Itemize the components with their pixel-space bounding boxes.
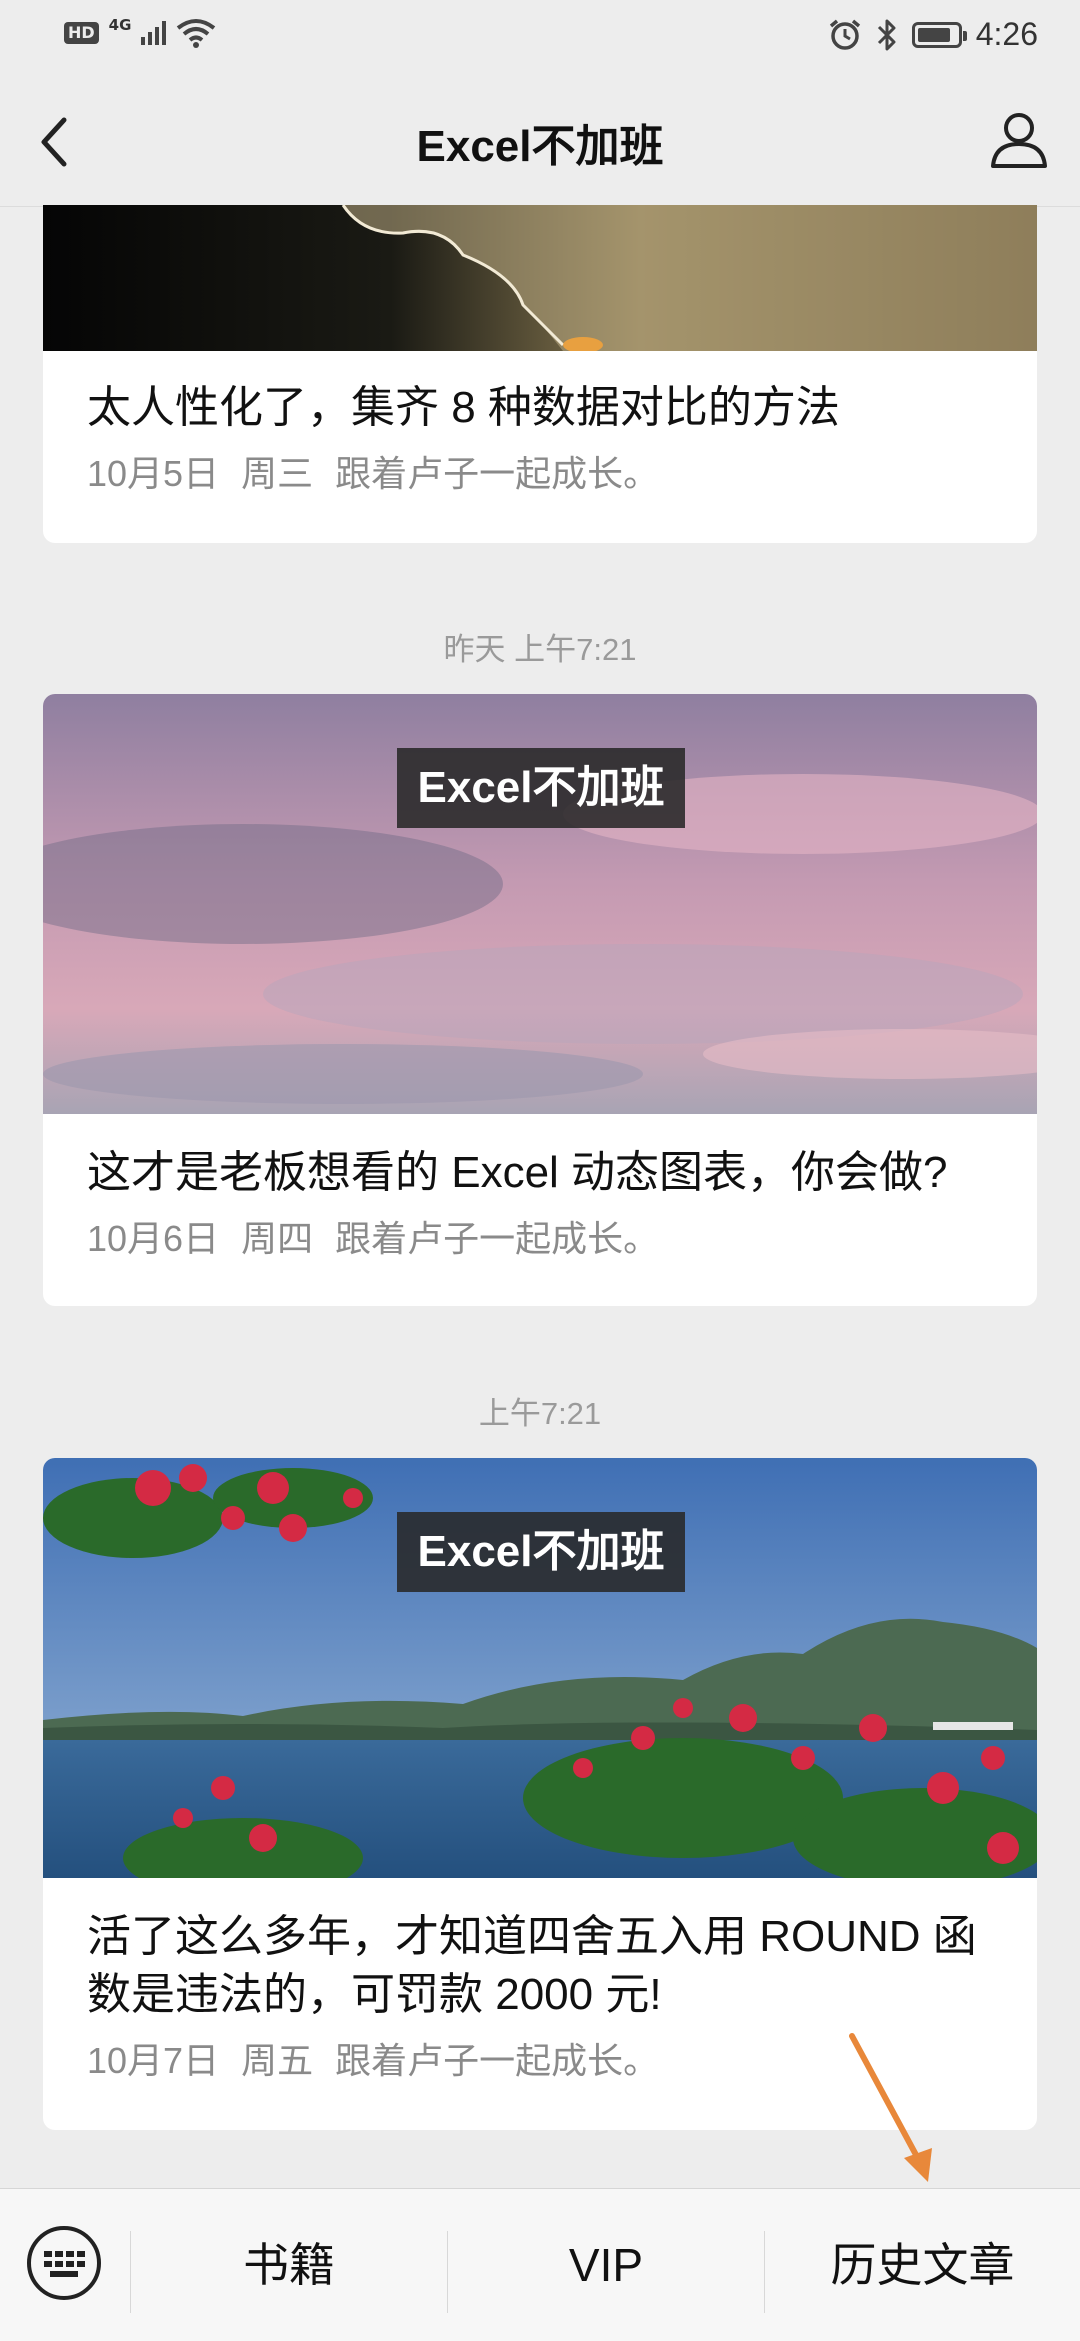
message-timestamp: 昨天 上午7:21 [443,632,637,667]
article-cover-image: Excel不加班 [43,694,1037,1114]
article-date: 10月7日 [87,2040,220,2081]
article-weekday: 周四 [241,1218,314,1259]
user-icon[interactable] [988,108,1050,170]
article-author: 跟着卢子一起成长。 [335,453,660,494]
alarm-icon [829,19,860,50]
bluetooth-icon [877,19,896,50]
clock: 4:26 [975,16,1038,52]
article-author: 跟着卢子一起成长。 [335,2040,660,2081]
bottom-menu-bar: 书籍 VIP 历史文章 [0,2188,1080,2341]
article-date: 10月5日 [87,453,220,494]
article-card[interactable]: 太人性化了，集齐 8 种数据对比的方法 10月5日 周三 跟着卢子一起成长。 [43,205,1037,543]
wifi-icon [177,19,216,48]
menu-item-books[interactable]: 书籍 [131,2189,447,2341]
cover-badge: Excel不加班 [397,748,685,828]
keyboard-icon[interactable] [24,2223,104,2303]
article-title: 活了这么多年，才知道四舍五入用 ROUND 函数是违法的，可罚款 2000 元! [87,1912,977,2019]
nav-bar: Excel不加班 [0,72,1080,207]
status-bar: HD 4G 4:26 [0,0,1080,72]
article-title: 太人性化了，集齐 8 种数据对比的方法 [87,383,840,432]
network-type: 4G [108,16,132,34]
article-date: 10月6日 [87,1218,220,1259]
battery-icon [911,21,967,48]
hd-badge: HD [64,22,99,44]
signal-icon [141,21,167,45]
menu-item-vip[interactable]: VIP [448,2189,764,2341]
article-cover-image: Excel不加班 [43,1458,1037,1878]
cover-badge: Excel不加班 [397,1512,685,1592]
article-meta: 10月5日 周三 跟着卢子一起成长。 [87,445,993,497]
article-card[interactable]: Excel不加班 这才是老板想看的 Excel 动态图表，你会做? 10月6日周… [43,694,1037,1306]
menu-item-history[interactable]: 历史文章 [765,2189,1080,2341]
article-cover-image [43,205,1037,351]
article-author: 跟着卢子一起成长。 [335,1218,660,1259]
article-weekday: 周三 [241,453,314,494]
annotation-arrow-icon [849,2033,932,2182]
page-title: Excel不加班 [416,122,664,171]
status-left: HD 4G [64,16,216,48]
status-right: 4:26 [828,16,1038,53]
message-timestamp: 上午7:21 [478,1396,602,1431]
article-weekday: 周五 [241,2040,314,2081]
article-title: 这才是老板想看的 Excel 动态图表，你会做? [87,1148,948,1197]
article-meta: 10月6日 周四 跟着卢子一起成长。 [87,1210,993,1262]
